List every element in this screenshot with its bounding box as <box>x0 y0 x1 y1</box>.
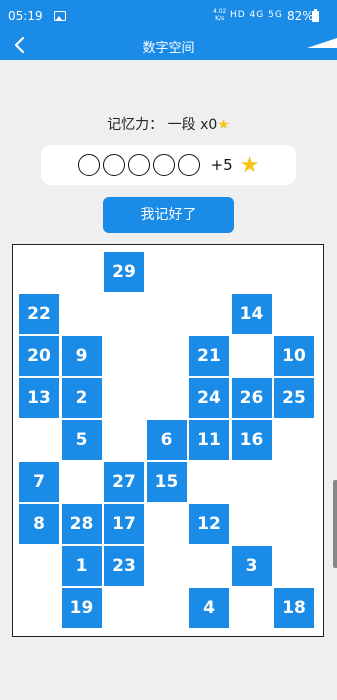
number-tile[interactable]: 22 <box>19 294 59 334</box>
number-tile[interactable]: 2 <box>61 378 102 418</box>
number-tile[interactable]: 8 <box>19 504 59 544</box>
number-tile[interactable]: 26 <box>231 378 272 418</box>
number-tile[interactable]: 3 <box>231 546 272 586</box>
number-tile[interactable]: 1 <box>61 546 102 586</box>
empty-circle-icon <box>102 154 125 176</box>
star-icon: ★ <box>217 117 230 133</box>
empty-circle-icon <box>127 154 150 176</box>
number-tile[interactable]: 16 <box>231 420 272 460</box>
number-tile[interactable]: 25 <box>274 378 314 418</box>
status-time: 05:19 <box>8 9 43 23</box>
number-tile[interactable]: 13 <box>19 378 59 418</box>
app-bar: 数字空间 <box>0 32 337 60</box>
number-tile[interactable]: 5 <box>61 420 102 460</box>
empty-circle-icon <box>77 154 100 176</box>
number-board: 29 22 14 20 9 21 10 13 2 24 26 25 5 6 11 16 7 27 15 8 28 17 12… <box>12 244 324 637</box>
status-bar: 05:19 4.02 K/s HD 4G 5G 82% <box>0 0 337 32</box>
number-tile[interactable]: 19 <box>61 588 102 628</box>
memory-label: 记忆力： <box>107 117 164 133</box>
gallery-icon <box>54 11 66 21</box>
number-tile[interactable]: 24 <box>189 378 229 418</box>
number-tile[interactable]: 20 <box>19 336 59 376</box>
number-tile[interactable]: 18 <box>274 588 314 628</box>
number-tile[interactable]: 23 <box>104 546 144 586</box>
number-tile[interactable]: 10 <box>274 336 314 376</box>
number-tile[interactable]: 28 <box>61 504 102 544</box>
edge-panel-handle[interactable] <box>333 480 337 568</box>
bonus-text: +5 <box>210 156 233 174</box>
network-speed: 4.02 K/s <box>213 8 226 22</box>
number-tile[interactable]: 14 <box>231 294 272 334</box>
network-speed-unit: K/s <box>215 15 225 22</box>
network-speed-value: 4.02 <box>213 8 227 15</box>
number-tile[interactable]: 4 <box>189 588 229 628</box>
memory-multiplier: x0 <box>200 117 218 133</box>
empty-circle-icon <box>152 154 175 176</box>
memory-level: 一段 <box>167 117 196 133</box>
star-icon: ★ <box>239 152 260 178</box>
battery-percent: 82% <box>287 9 314 23</box>
number-tile[interactable]: 21 <box>189 336 229 376</box>
battery-icon <box>312 9 319 22</box>
number-tile[interactable]: 6 <box>146 420 187 460</box>
number-tile[interactable]: 12 <box>189 504 229 544</box>
memory-level-line: 记忆力： 一段 x0★ <box>0 114 337 134</box>
remembered-button[interactable]: 我记好了 <box>103 197 234 233</box>
number-tile[interactable]: 11 <box>189 420 229 460</box>
number-tile[interactable]: 27 <box>104 462 144 502</box>
number-tile[interactable]: 9 <box>61 336 102 376</box>
number-tile[interactable]: 17 <box>104 504 144 544</box>
number-tile[interactable]: 29 <box>104 252 144 292</box>
signal-icons: HD 4G 5G <box>230 10 283 20</box>
page-title: 数字空间 <box>142 41 195 56</box>
dots-card: +5 ★ <box>41 145 296 185</box>
number-tile[interactable]: 7 <box>19 462 59 502</box>
empty-circle-icon <box>177 154 200 176</box>
number-tile[interactable]: 15 <box>146 462 187 502</box>
